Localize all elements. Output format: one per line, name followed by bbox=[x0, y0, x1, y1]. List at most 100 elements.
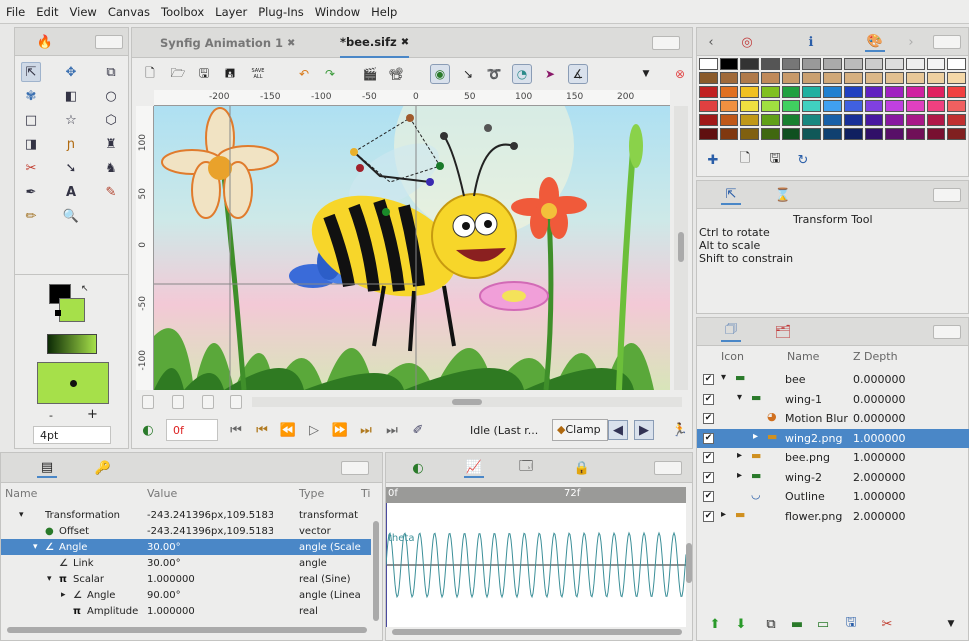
layer-row[interactable]: ✔ ▸ ▬ wing-2 2.000000 bbox=[697, 468, 969, 487]
palette-swatch[interactable] bbox=[947, 58, 966, 70]
palette-swatch[interactable] bbox=[761, 58, 780, 70]
menu-item-help[interactable]: Help bbox=[371, 5, 397, 19]
palette-swatch[interactable] bbox=[926, 114, 946, 126]
canvas-view[interactable] bbox=[154, 106, 670, 390]
param-value[interactable]: 90.00° bbox=[147, 590, 273, 601]
palette-swatch[interactable] bbox=[905, 100, 925, 112]
palette-swatch[interactable] bbox=[843, 86, 863, 98]
stop-render-icon[interactable]: ⊗ bbox=[670, 64, 690, 84]
menu-item-canvas[interactable]: Canvas bbox=[108, 5, 150, 19]
palette-swatch[interactable] bbox=[843, 100, 863, 112]
sketch-tool-icon[interactable]: ✎ bbox=[101, 182, 121, 202]
palette-swatch[interactable] bbox=[926, 86, 946, 98]
palette-swatch[interactable] bbox=[802, 58, 822, 70]
timetrack-tab-icon[interactable]: ◐ bbox=[408, 458, 428, 478]
layer-row[interactable]: ✔ ▾ ▬ wing-1 0.000000 bbox=[697, 390, 969, 409]
palette-swatch[interactable] bbox=[864, 114, 884, 126]
prev-frame-icon[interactable]: ⏪ bbox=[278, 420, 298, 440]
palette-swatch[interactable] bbox=[864, 100, 884, 112]
param-expander[interactable]: ▾ bbox=[33, 542, 38, 552]
param-row[interactable]: ● Offset -243.241396px,109.51838 vector bbox=[1, 523, 371, 539]
eyedrop-tool-icon[interactable]: ✒ bbox=[21, 182, 41, 202]
keyframe-lock-future-icon[interactable]: ▶ bbox=[634, 420, 654, 440]
duplicate-layer-icon[interactable]: ⧉ bbox=[761, 614, 781, 634]
palette-swatch[interactable] bbox=[947, 86, 966, 98]
tab-close-icon[interactable]: ✖ bbox=[401, 37, 409, 48]
animation-mode-icon[interactable]: ◐ bbox=[138, 420, 158, 440]
save-icon[interactable]: 🖫 bbox=[194, 64, 214, 84]
palette-swatch[interactable] bbox=[802, 72, 822, 84]
palette-swatch[interactable] bbox=[864, 72, 884, 84]
navigator-icon[interactable]: ◎ bbox=[737, 32, 757, 52]
mirror-tool-icon[interactable]: ◧ bbox=[61, 86, 81, 106]
param-value[interactable]: -243.241396px,109.51838 bbox=[147, 526, 273, 537]
palette-swatch[interactable] bbox=[740, 114, 760, 126]
menu-item-view[interactable]: View bbox=[70, 5, 97, 19]
palette-swatch[interactable] bbox=[699, 114, 718, 126]
seek-begin-icon[interactable]: ⏮ bbox=[226, 420, 246, 440]
palette-swatch[interactable] bbox=[802, 100, 822, 112]
layer-expander[interactable]: ▸ bbox=[737, 450, 742, 461]
palette-swatch[interactable] bbox=[885, 72, 904, 84]
palette-swatch[interactable] bbox=[740, 86, 760, 98]
param-expander[interactable]: ▾ bbox=[19, 510, 24, 520]
layers-more-icon[interactable]: ▼ bbox=[941, 614, 961, 634]
next-keyframe-icon[interactable]: ⏭ bbox=[356, 420, 376, 440]
swap-colors-icon[interactable]: ↖ bbox=[81, 284, 89, 294]
preview-icon[interactable]: 📽 bbox=[386, 64, 406, 84]
save-palette-icon[interactable]: 🖫 bbox=[765, 150, 785, 170]
layer-expander[interactable]: ▾ bbox=[721, 372, 726, 383]
layers-tab-icon[interactable]: 🗇 bbox=[721, 322, 741, 342]
toggle-bones-icon[interactable]: ➤ bbox=[540, 64, 560, 84]
text-tool-icon[interactable]: A bbox=[61, 182, 81, 202]
tab-close-icon[interactable]: ✖ bbox=[287, 38, 295, 49]
palette-swatch[interactable] bbox=[781, 114, 801, 126]
palette-swatch[interactable] bbox=[699, 128, 718, 140]
graph-hscrollbar[interactable] bbox=[392, 629, 682, 635]
layer-expander[interactable]: ▸ bbox=[753, 431, 758, 442]
save-all-button[interactable]: SAVE ALL bbox=[248, 64, 268, 84]
brush-preview[interactable] bbox=[37, 362, 109, 404]
palette-icon[interactable]: 🎨 bbox=[865, 32, 885, 52]
nav-right-icon[interactable]: › bbox=[901, 32, 921, 52]
cut-layer-icon[interactable]: ✂ bbox=[877, 614, 897, 634]
layer-row[interactable]: ✔ ◕ Motion Blur 0.000000 bbox=[697, 409, 969, 428]
scrollbar-thumb[interactable] bbox=[452, 399, 482, 405]
palette-swatch[interactable] bbox=[885, 86, 904, 98]
param-value[interactable]: -243.241396px,109.51838 bbox=[147, 510, 273, 521]
menu-item-file[interactable]: File bbox=[6, 5, 25, 19]
graph-vscrollbar[interactable] bbox=[686, 543, 692, 583]
menu-item-edit[interactable]: Edit bbox=[36, 5, 58, 19]
layer-visibility-checkbox[interactable]: ✔ bbox=[703, 510, 714, 522]
interpolation-dropdown[interactable]: ◆Clamp bbox=[552, 419, 608, 441]
panel-menu-button[interactable] bbox=[341, 461, 369, 475]
palette-swatch[interactable] bbox=[905, 58, 925, 70]
palette-swatch[interactable] bbox=[802, 128, 822, 140]
reload-palette-icon[interactable]: ↻ bbox=[793, 150, 813, 170]
params-vscrollbar[interactable] bbox=[373, 521, 379, 621]
menu-item-plugins[interactable]: Plug-Ins bbox=[258, 5, 304, 19]
panel-menu-button[interactable] bbox=[654, 461, 682, 475]
panel-menu-button[interactable] bbox=[933, 325, 961, 339]
bounds-icon[interactable]: ✐ bbox=[408, 420, 428, 440]
palette-swatch[interactable] bbox=[699, 72, 718, 84]
rotate-tool-icon[interactable]: ✾ bbox=[21, 86, 41, 106]
layer-row[interactable]: ✔ ▸ ▬ bee.png 1.000000 bbox=[697, 448, 969, 467]
palette-swatch[interactable] bbox=[843, 58, 863, 70]
brush-size-field[interactable]: 4pt bbox=[33, 426, 111, 444]
layer-row[interactable]: ✔ ▸ ▬ flower.png 2.000000 bbox=[697, 507, 969, 526]
palette-swatch[interactable] bbox=[761, 86, 780, 98]
layer-visibility-checkbox[interactable]: ✔ bbox=[703, 491, 714, 502]
panel-menu-button[interactable] bbox=[933, 188, 961, 202]
save-as-icon[interactable]: 🖪 bbox=[220, 64, 240, 84]
color-palette-grid[interactable] bbox=[699, 58, 966, 140]
param-expander[interactable]: ▸ bbox=[61, 590, 66, 600]
palette-swatch[interactable] bbox=[885, 114, 904, 126]
param-row[interactable]: ▸ ∠ Angle 90.00° angle (Linea bbox=[1, 587, 371, 603]
toolbox-tab-icon[interactable]: 🔥 bbox=[35, 32, 55, 52]
transform-tool-icon[interactable]: ⇱ bbox=[21, 62, 41, 82]
smooth-move-tool-icon[interactable]: ✥ bbox=[61, 62, 81, 82]
palette-swatch[interactable] bbox=[823, 58, 842, 70]
brush-size-increase[interactable]: + bbox=[87, 407, 98, 422]
palette-swatch[interactable] bbox=[864, 58, 884, 70]
